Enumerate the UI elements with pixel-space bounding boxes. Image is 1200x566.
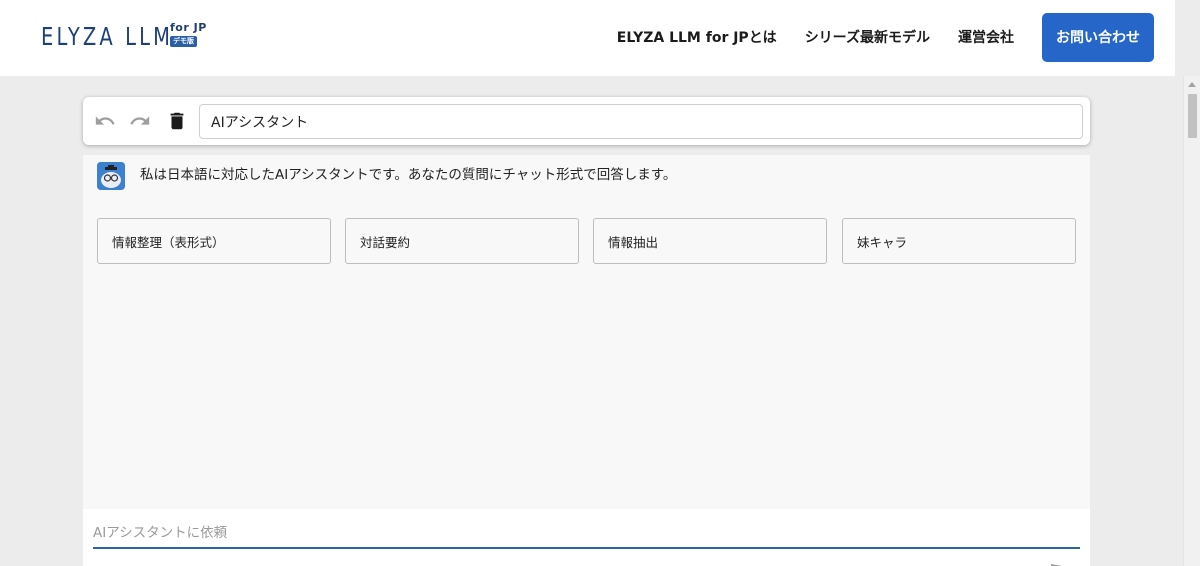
template-button-extraction[interactable]: 情報抽出 — [593, 218, 827, 264]
send-icon[interactable] — [1051, 553, 1073, 566]
chat-toolbar — [83, 97, 1090, 145]
contact-button[interactable]: お問い合わせ — [1042, 12, 1154, 62]
main-nav: ELYZA LLM for JPとは シリーズ最新モデル 運営会社 お問い合わせ — [617, 12, 1154, 62]
redo-icon[interactable] — [129, 110, 151, 132]
scroll-up-arrow-icon[interactable] — [1188, 82, 1196, 87]
template-button-table[interactable]: 情報整理（表形式） — [97, 218, 331, 264]
scroll-thumb[interactable] — [1188, 94, 1197, 138]
template-button-sister-character[interactable]: 妹キャラ — [842, 218, 1076, 264]
logo-wordmark: ELYZA LLM — [41, 22, 174, 51]
prompt-area — [83, 509, 1090, 566]
chat-panel: 私は日本語に対応したAIアシスタントです。あなたの質問にチャット形式で回答します… — [83, 155, 1090, 566]
assistant-intro-message: 私は日本語に対応したAIアシスタントです。あなたの質問にチャット形式で回答します… — [140, 167, 677, 183]
page-scrollbar[interactable] — [1183, 76, 1200, 566]
logo-for-jp: for JP — [170, 21, 207, 34]
nav-link-about[interactable]: ELYZA LLM for JPとは — [617, 27, 777, 47]
trash-icon[interactable] — [166, 110, 188, 132]
template-button-summary[interactable]: 対話要約 — [345, 218, 579, 264]
nav-link-company[interactable]: 運営会社 — [958, 27, 1014, 47]
prompt-input[interactable] — [93, 519, 1080, 549]
chat-title-input[interactable] — [199, 104, 1083, 139]
elyza-logo[interactable]: ELYZA LLM for JP デモ版 — [41, 22, 210, 52]
assistant-avatar — [97, 162, 125, 190]
logo-sub: for JP デモ版 — [170, 22, 207, 47]
undo-icon[interactable] — [94, 110, 116, 132]
nav-link-latest-models[interactable]: シリーズ最新モデル — [805, 27, 930, 47]
demo-badge: デモ版 — [170, 36, 197, 47]
site-header: ELYZA LLM for JP デモ版 ELYZA LLM for JPとは … — [0, 0, 1175, 76]
